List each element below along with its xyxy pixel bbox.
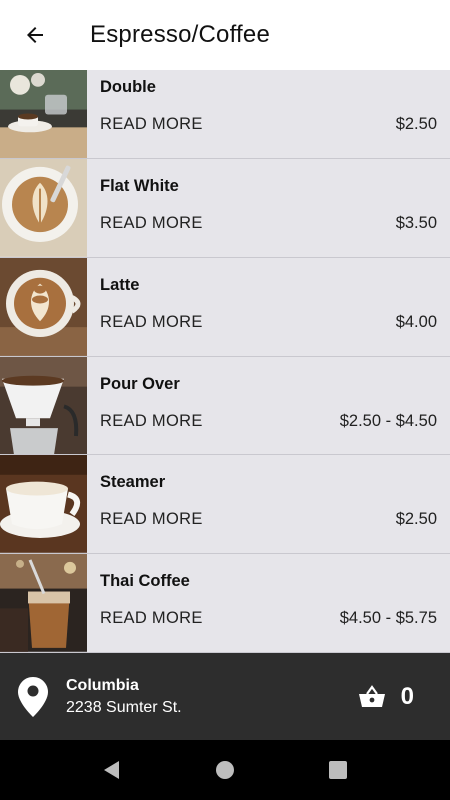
list-item-thai-coffee[interactable]: Thai Coffee READ MORE $4.50 - $5.75 bbox=[0, 554, 450, 653]
product-list[interactable]: Double READ MORE $2.50 Flat White READ M… bbox=[0, 70, 450, 653]
product-price: $3.50 bbox=[395, 214, 437, 232]
app-bar: Espresso/Coffee bbox=[0, 0, 450, 70]
list-item-steamer[interactable]: Steamer READ MORE $2.50 bbox=[0, 455, 450, 555]
nav-back-button[interactable] bbox=[94, 752, 130, 788]
square-recents-icon bbox=[328, 761, 347, 779]
store-address: 2238 Sumter St. bbox=[66, 698, 182, 716]
read-more-link[interactable]: READ MORE bbox=[100, 214, 203, 233]
product-name: Flat White bbox=[100, 177, 179, 195]
read-more-link[interactable]: READ MORE bbox=[100, 313, 203, 332]
product-price: $4.00 bbox=[395, 312, 437, 331]
read-more-link[interactable]: READ MORE bbox=[100, 609, 203, 628]
read-more-link[interactable]: READ MORE bbox=[100, 412, 203, 431]
read-more-link[interactable]: READ MORE bbox=[100, 115, 203, 134]
product-image bbox=[0, 554, 87, 652]
product-name: Steamer bbox=[100, 473, 166, 492]
store-name: Columbia bbox=[66, 676, 139, 694]
list-item-double[interactable]: Double READ MORE $2.50 bbox=[0, 70, 450, 159]
basket-icon bbox=[358, 684, 385, 707]
list-item-pour-over[interactable]: Pour Over READ MORE $2.50 - $4.50 bbox=[0, 356, 450, 456]
back-button[interactable] bbox=[0, 0, 70, 70]
map-pin-icon bbox=[18, 676, 48, 717]
arrow-left-icon bbox=[27, 27, 43, 43]
product-name: Pour Over bbox=[100, 374, 180, 393]
product-image bbox=[0, 159, 87, 257]
page-title: Espresso/Coffee bbox=[90, 21, 270, 48]
cart-button[interactable]: 0 bbox=[358, 653, 414, 740]
nav-home-button[interactable] bbox=[207, 752, 243, 788]
product-price: $2.50 bbox=[395, 115, 437, 133]
product-image bbox=[0, 70, 87, 158]
product-name: Latte bbox=[100, 275, 140, 294]
product-image bbox=[0, 257, 87, 356]
product-price: $2.50 bbox=[395, 510, 437, 529]
product-price: $4.50 - $5.75 bbox=[339, 609, 437, 628]
cart-count: 0 bbox=[400, 682, 414, 710]
product-price: $2.50 - $4.50 bbox=[339, 411, 437, 430]
store-bar[interactable]: Columbia 2238 Sumter St. 0 bbox=[0, 653, 450, 740]
read-more-link[interactable]: READ MORE bbox=[100, 510, 203, 529]
product-name: Double bbox=[100, 78, 156, 96]
product-image bbox=[0, 356, 87, 455]
nav-recents-button[interactable] bbox=[320, 752, 356, 788]
system-nav-bar bbox=[0, 740, 450, 800]
circle-home-icon bbox=[215, 761, 234, 779]
triangle-back-icon bbox=[104, 761, 120, 779]
list-item-flat-white[interactable]: Flat White READ MORE $3.50 bbox=[0, 159, 450, 258]
store-info[interactable]: Columbia 2238 Sumter St. bbox=[66, 677, 182, 717]
store-location[interactable] bbox=[0, 653, 66, 740]
product-image bbox=[0, 455, 87, 554]
list-item-latte[interactable]: Latte READ MORE $4.00 bbox=[0, 257, 450, 357]
product-name: Thai Coffee bbox=[100, 572, 190, 591]
